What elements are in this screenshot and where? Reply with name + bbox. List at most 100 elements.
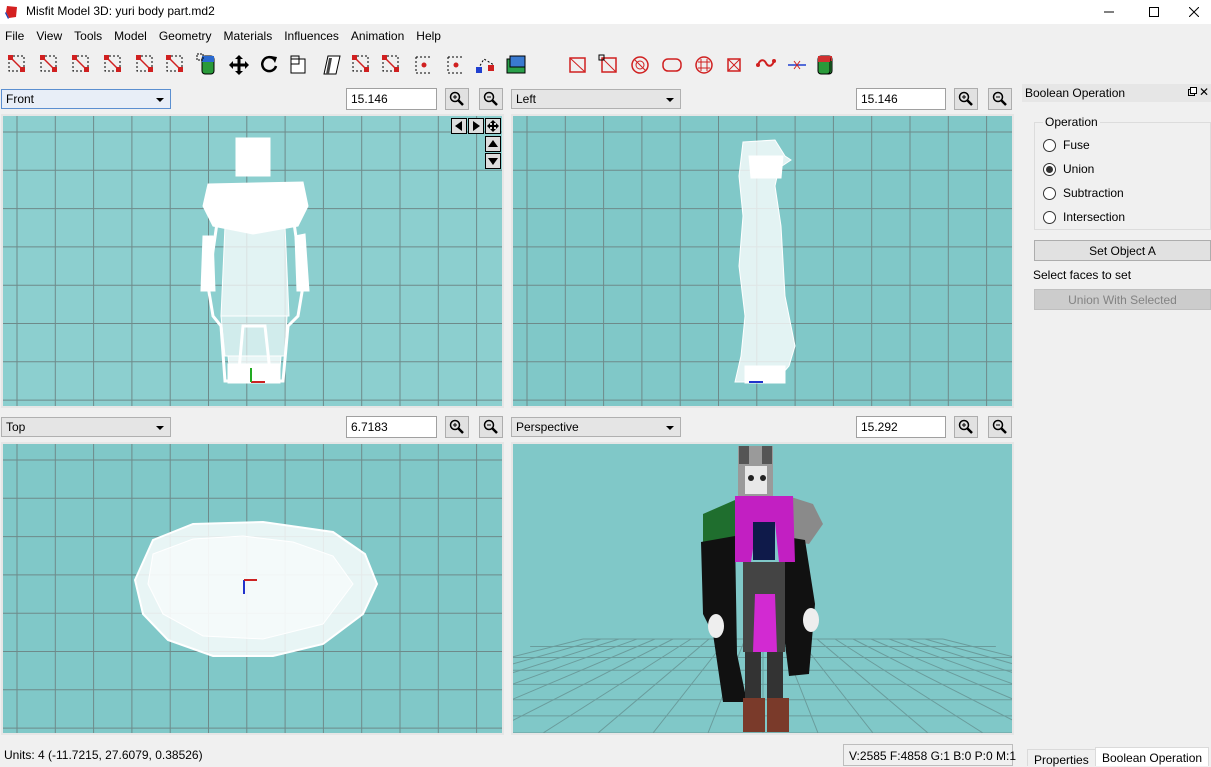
radio-subtraction-label: Subtraction	[1063, 186, 1124, 200]
perspective-zoom-field[interactable]: 15.292	[856, 416, 946, 438]
minimize-icon	[1104, 11, 1114, 13]
top-zoom-in-button[interactable]	[445, 416, 469, 438]
top-viewport[interactable]	[1, 442, 504, 735]
top-zoom-out-button[interactable]	[479, 416, 503, 438]
left-viewport-canvas	[513, 116, 1012, 406]
menu-materials[interactable]: Materials	[219, 26, 280, 46]
radio-button-icon	[1043, 186, 1056, 200]
select-connected-icon[interactable]	[70, 53, 94, 77]
radio-fuse[interactable]: Fuse	[1043, 137, 1183, 153]
left-zoom-field[interactable]: 15.146	[856, 88, 946, 110]
close-panel-icon[interactable]: ✕	[1199, 85, 1209, 99]
create-ellipsoid-icon[interactable]	[628, 53, 652, 77]
zoom-in-icon	[449, 91, 464, 106]
radio-intersection[interactable]: Intersection	[1043, 209, 1183, 225]
menu-file[interactable]: File	[0, 26, 31, 46]
front-zoom-out-button[interactable]	[479, 88, 503, 110]
tab-boolean-operation[interactable]: Boolean Operation	[1095, 747, 1210, 766]
create-vertex-icon[interactable]	[350, 53, 374, 77]
shear-icon[interactable]	[320, 53, 344, 77]
bone-joint-link-icon[interactable]	[785, 53, 809, 77]
select-vertices-icon[interactable]	[6, 53, 30, 77]
status-bar: Units: 4 (-11.7215, 27.6079, 0.38526) V:…	[0, 744, 1211, 767]
radio-subtraction[interactable]: Subtraction	[1043, 185, 1183, 201]
front-zoom-field[interactable]: 15.146	[346, 88, 437, 110]
attach-icon[interactable]	[474, 53, 498, 77]
background-image-icon[interactable]	[505, 53, 529, 77]
radio-fuse-label: Fuse	[1063, 138, 1090, 152]
scale-icon[interactable]	[288, 53, 312, 77]
create-cylinder-icon[interactable]	[660, 53, 684, 77]
pan-right-button[interactable]	[468, 118, 484, 134]
triangle-left-icon	[455, 121, 462, 131]
create-rectangle-icon[interactable]	[566, 53, 590, 77]
chevron-down-icon	[666, 426, 674, 430]
set-object-a-button[interactable]: Set Object A	[1034, 240, 1211, 261]
menu-animation[interactable]: Animation	[346, 26, 411, 46]
menu-tools[interactable]: Tools	[69, 26, 109, 46]
top-view-select[interactable]: Top	[1, 417, 171, 437]
create-cube-icon[interactable]	[597, 53, 621, 77]
radio-union[interactable]: Union	[1043, 161, 1183, 177]
left-view-select[interactable]: Left	[511, 89, 681, 109]
create-torus-icon[interactable]	[692, 53, 716, 77]
select-projections-icon[interactable]	[196, 53, 220, 77]
front-viewport-canvas	[3, 116, 502, 406]
pan-left-button[interactable]	[451, 118, 467, 134]
move-icon[interactable]	[227, 53, 251, 77]
chevron-down-icon	[156, 98, 164, 102]
front-zoom-in-button[interactable]	[445, 88, 469, 110]
pan-down-button[interactable]	[485, 153, 501, 169]
left-viewport[interactable]	[511, 114, 1014, 408]
top-viewport-canvas	[3, 444, 502, 733]
drag-vertex-icon[interactable]	[754, 53, 778, 77]
select-faces-icon[interactable]	[38, 53, 62, 77]
menu-geometry[interactable]: Geometry	[154, 26, 219, 46]
create-face-icon[interactable]	[380, 53, 404, 77]
front-view-select[interactable]: Front	[1, 89, 171, 109]
operation-group-title: Operation	[1043, 115, 1100, 129]
menu-influences[interactable]: Influences	[279, 26, 346, 46]
pan-up-button[interactable]	[485, 136, 501, 152]
paint-texture-icon[interactable]	[812, 53, 836, 77]
menu-view[interactable]: View	[31, 26, 69, 46]
menu-model[interactable]: Model	[109, 26, 154, 46]
triangle-right-icon	[473, 121, 480, 131]
chevron-down-icon	[156, 426, 164, 430]
union-with-selected-button[interactable]: Union With Selected	[1034, 289, 1211, 310]
maximize-button[interactable]	[1131, 0, 1177, 24]
title-bar: Misfit Model 3D: yuri body part.md2	[0, 0, 1211, 24]
left-zoom-out-button[interactable]	[988, 88, 1012, 110]
boolean-operation-panel: Boolean Operation ✕ Operation Fuse Union…	[1022, 84, 1211, 744]
chevron-down-icon	[666, 98, 674, 102]
close-button[interactable]	[1177, 0, 1211, 24]
zoom-out-icon	[992, 91, 1007, 106]
units-coordinates: Units: 4 (-11.7215, 27.6079, 0.38526)	[4, 748, 203, 762]
perspective-view-select[interactable]: Perspective	[511, 417, 681, 437]
perspective-zoom-in-button[interactable]	[954, 416, 978, 438]
zoom-out-icon	[992, 419, 1007, 434]
menu-help[interactable]: Help	[411, 26, 448, 46]
triangle-down-icon	[488, 158, 498, 165]
perspective-viewport[interactable]	[511, 442, 1014, 735]
select-bone-joints-icon[interactable]	[134, 53, 158, 77]
toolbar	[0, 50, 1211, 80]
perspective-zoom-out-button[interactable]	[988, 416, 1012, 438]
window-title: Misfit Model 3D: yuri body part.md2	[26, 4, 215, 18]
rotate-icon[interactable]	[257, 53, 281, 77]
pan-all-button[interactable]	[485, 118, 501, 134]
create-point-icon[interactable]	[444, 53, 468, 77]
front-viewport[interactable]	[1, 114, 504, 408]
model-counts: V:2585 F:4858 G:1 B:0 P:0 M:1	[843, 744, 1016, 766]
float-panel-icon[interactable]	[1188, 87, 1197, 99]
perspective-viewport-canvas	[513, 444, 1012, 733]
create-bone-joint-icon[interactable]	[412, 53, 436, 77]
create-polygon-icon[interactable]	[722, 53, 746, 77]
select-points-icon[interactable]	[164, 53, 188, 77]
select-groups-icon[interactable]	[102, 53, 126, 77]
left-zoom-in-button[interactable]	[954, 88, 978, 110]
top-zoom-field[interactable]: 6.7183	[346, 416, 437, 438]
tab-properties[interactable]: Properties	[1027, 749, 1096, 767]
minimize-button[interactable]	[1086, 0, 1132, 24]
panel-header: Boolean Operation ✕	[1022, 84, 1211, 102]
